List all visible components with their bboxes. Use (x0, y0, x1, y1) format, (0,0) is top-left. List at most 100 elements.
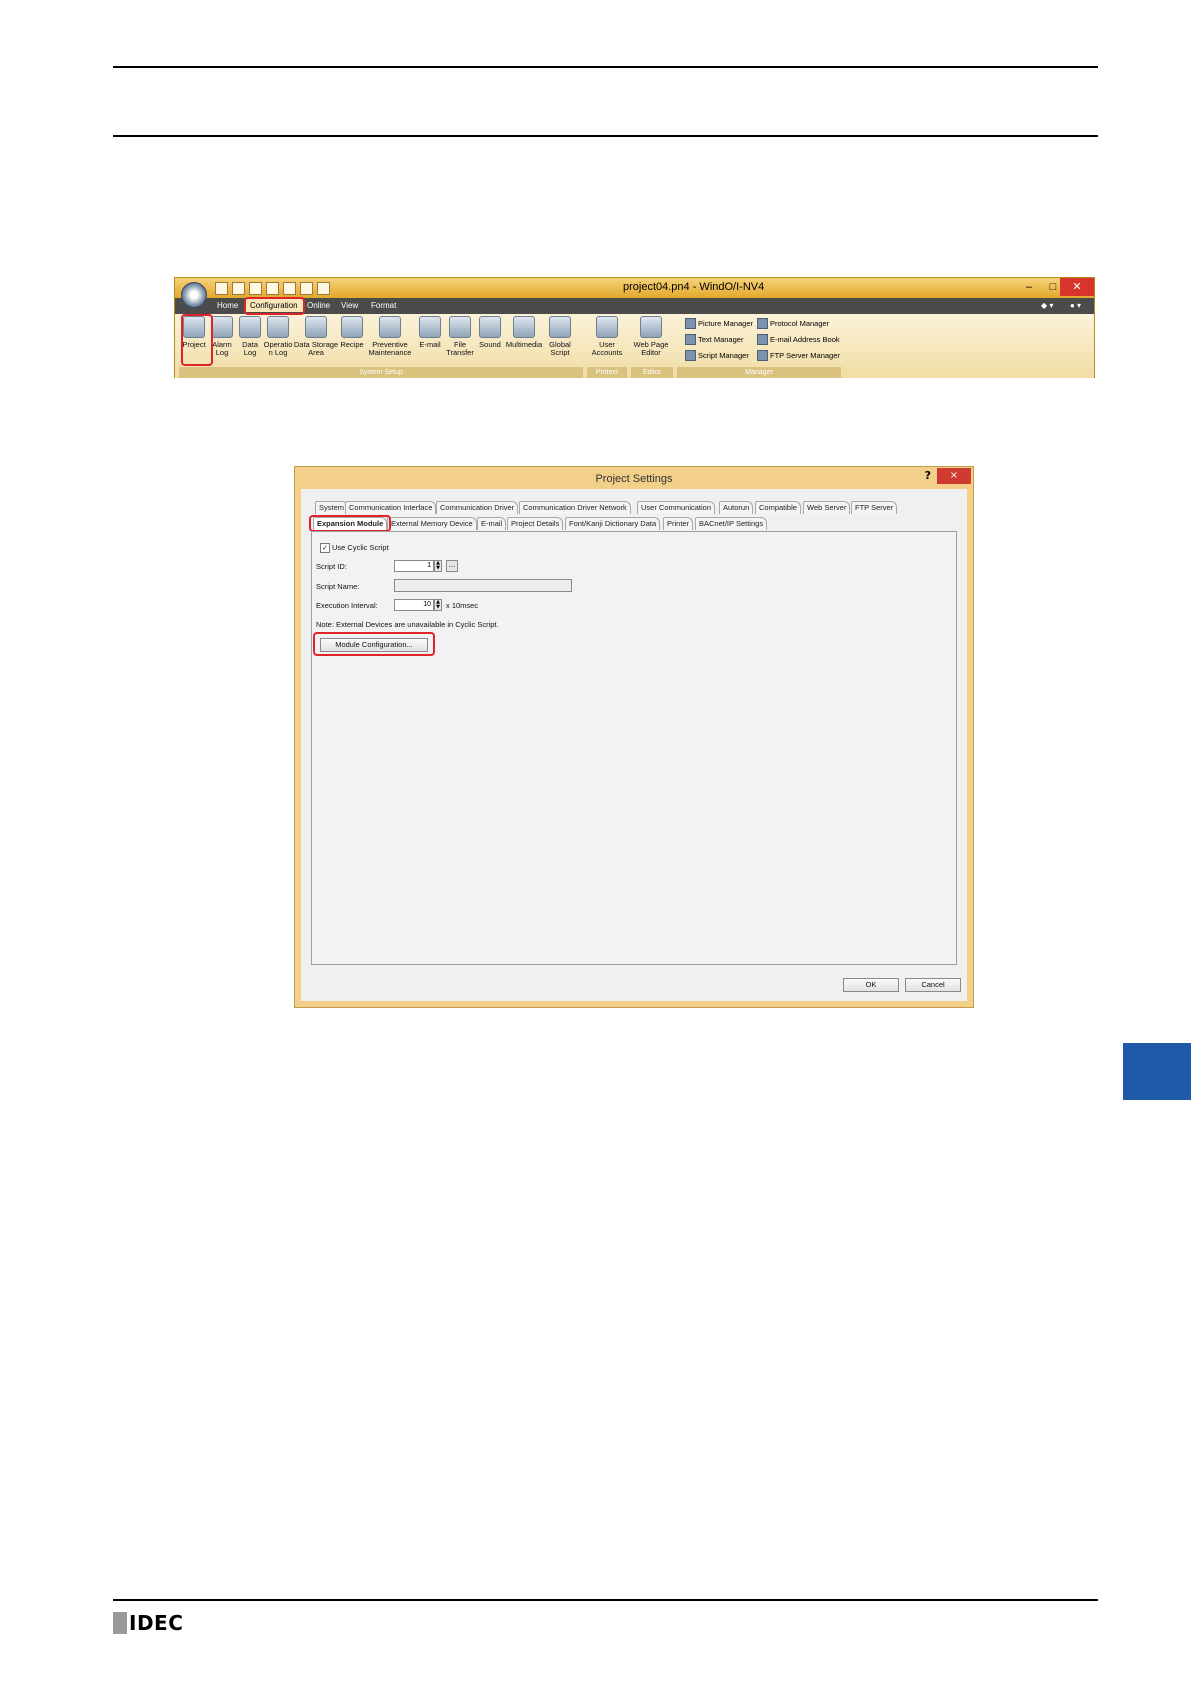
help-icon[interactable]: ● ▾ (1070, 301, 1081, 310)
sound-button[interactable]: Sound (475, 316, 505, 349)
tab-system[interactable]: System (315, 501, 349, 514)
script-id-input[interactable]: 1 (394, 560, 434, 572)
ribbon-titlebar: project04.pn4 - WindO/I-NV4 – □ ✕ (175, 278, 1094, 298)
picture-manager-icon (685, 318, 696, 329)
help-icon[interactable]: ? (925, 469, 931, 482)
group-protect: Protect (587, 367, 627, 378)
close-icon[interactable]: ✕ (1060, 278, 1094, 296)
file-transfer-icon (449, 316, 471, 338)
monitor-icon[interactable] (317, 282, 330, 295)
operation-log-button[interactable]: Operatio n Log (263, 316, 293, 357)
recipe-icon (341, 316, 363, 338)
data-storage-area-button[interactable]: Data Storage Area (293, 316, 339, 357)
global-script-button[interactable]: Global Script (545, 316, 575, 357)
tab-communication-interface[interactable]: Communication Interface (345, 501, 437, 514)
dialog-close-button[interactable]: × (937, 468, 971, 484)
tab-format[interactable]: Format (371, 301, 396, 310)
window-title: project04.pn4 - WindO/I-NV4 (623, 281, 765, 293)
cyclic-script-note: Note: External Devices are unavailable i… (316, 620, 499, 629)
maintenance-icon (379, 316, 401, 338)
open-icon[interactable] (232, 282, 245, 295)
tab-email[interactable]: E-mail (477, 517, 507, 530)
redo-icon[interactable] (283, 282, 296, 295)
ribbon-tabs: Home Configuration Online View Format ◆ … (175, 298, 1094, 314)
minimize-icon[interactable]: – (1017, 278, 1041, 296)
transfer-icon[interactable] (300, 282, 313, 295)
tab-project-details[interactable]: Project Details (507, 517, 564, 530)
project-settings-dialog: Project Settings ? × System Communicatio… (294, 466, 974, 1008)
tab-external-memory-device[interactable]: External Memory Device (387, 517, 477, 530)
tab-panel: ✓ Use Cyclic Script Script ID: 1 ▲ ▼ ... … (311, 531, 957, 965)
script-manager-button[interactable]: Script Manager (685, 350, 749, 361)
app-logo-icon[interactable] (181, 282, 207, 308)
tab-view[interactable]: View (341, 301, 358, 310)
highlight-module-configuration-button (313, 632, 435, 656)
protocol-manager-icon (757, 318, 768, 329)
script-id-label: Script ID: (316, 562, 347, 571)
tab-communication-driver-network[interactable]: Communication Driver Network (519, 501, 631, 514)
footer-rule (113, 1599, 1098, 1601)
new-icon[interactable] (215, 282, 228, 295)
tab-compatible[interactable]: Compatible (755, 501, 801, 514)
file-transfer-button[interactable]: File Transfer (445, 316, 475, 357)
tab-home[interactable]: Home (217, 301, 238, 310)
web-page-editor-icon (640, 316, 662, 338)
idec-logo: IDEC (113, 1611, 183, 1635)
dialog-client-area: System Communication Interface Communica… (301, 489, 967, 1001)
multimedia-button[interactable]: Multimedia (505, 316, 543, 349)
multimedia-icon (513, 316, 535, 338)
tab-ftp-server[interactable]: FTP Server (851, 501, 898, 514)
text-manager-button[interactable]: Text Manager (685, 334, 743, 345)
tab-bacnet-ip-settings[interactable]: BACnet/IP Settings (695, 517, 768, 530)
tab-autorun[interactable]: Autorun (719, 501, 754, 514)
group-editor: Editor (631, 367, 673, 378)
protocol-manager-button[interactable]: Protocol Manager (757, 318, 829, 329)
ftp-server-icon (757, 350, 768, 361)
ribbon-body: Project Alarm Log Data Log Operatio n Lo… (175, 314, 1094, 378)
alarm-log-icon (211, 316, 233, 338)
tab-font-kanji-dictionary-data[interactable]: Font/Kanji Dictionary Data (565, 517, 661, 530)
data-storage-icon (305, 316, 327, 338)
dialog-title: Project Settings (595, 473, 673, 485)
quick-access-toolbar (215, 282, 330, 295)
execution-interval-spinner[interactable]: ▲ ▼ (434, 599, 442, 611)
group-manager: Manager (677, 367, 841, 378)
logo-mark (113, 1612, 127, 1634)
data-log-button[interactable]: Data Log (235, 316, 265, 357)
web-page-editor-button[interactable]: Web Page Editor (631, 316, 671, 357)
address-book-icon (757, 334, 768, 345)
user-accounts-button[interactable]: User Accounts (589, 316, 625, 357)
email-address-book-button[interactable]: E-mail Address Book (757, 334, 840, 345)
script-name-input[interactable] (394, 579, 572, 592)
ribbon-screenshot: project04.pn4 - WindO/I-NV4 – □ ✕ Home C… (174, 277, 1095, 378)
preventive-maintenance-button[interactable]: Preventive Maintenance (367, 316, 413, 357)
tab-online[interactable]: Online (307, 301, 330, 310)
header-rule-top (113, 66, 1098, 68)
tab-user-communication[interactable]: User Communication (637, 501, 716, 514)
ftp-server-manager-button[interactable]: FTP Server Manager (757, 350, 840, 361)
execution-interval-input[interactable]: 10 (394, 599, 434, 611)
picture-manager-button[interactable]: Picture Manager (685, 318, 753, 329)
tab-printer[interactable]: Printer (663, 517, 694, 530)
global-script-icon (549, 316, 571, 338)
tab-communication-driver[interactable]: Communication Driver (436, 501, 519, 514)
undo-icon[interactable] (266, 282, 279, 295)
operation-log-icon (267, 316, 289, 338)
email-button[interactable]: E-mail (415, 316, 445, 349)
browse-button[interactable]: ... (446, 560, 458, 572)
recipe-button[interactable]: Recipe (337, 316, 367, 349)
script-id-spinner[interactable]: ▲ ▼ (434, 560, 442, 572)
save-icon[interactable] (249, 282, 262, 295)
execution-interval-unit: x 10msec (446, 601, 479, 610)
sound-icon (479, 316, 501, 338)
logo-text: IDEC (129, 1611, 184, 1635)
style-icon[interactable]: ◆ ▾ (1041, 301, 1053, 310)
tab-web-server[interactable]: Web Server (803, 501, 851, 514)
group-system-setup: System Setup (179, 367, 583, 378)
user-accounts-icon (596, 316, 618, 338)
header-rule-bottom (113, 135, 1098, 137)
ok-button[interactable]: OK (843, 978, 899, 992)
script-manager-icon (685, 350, 696, 361)
use-cyclic-script-checkbox[interactable]: ✓ (320, 543, 330, 553)
cancel-button[interactable]: Cancel (905, 978, 961, 992)
